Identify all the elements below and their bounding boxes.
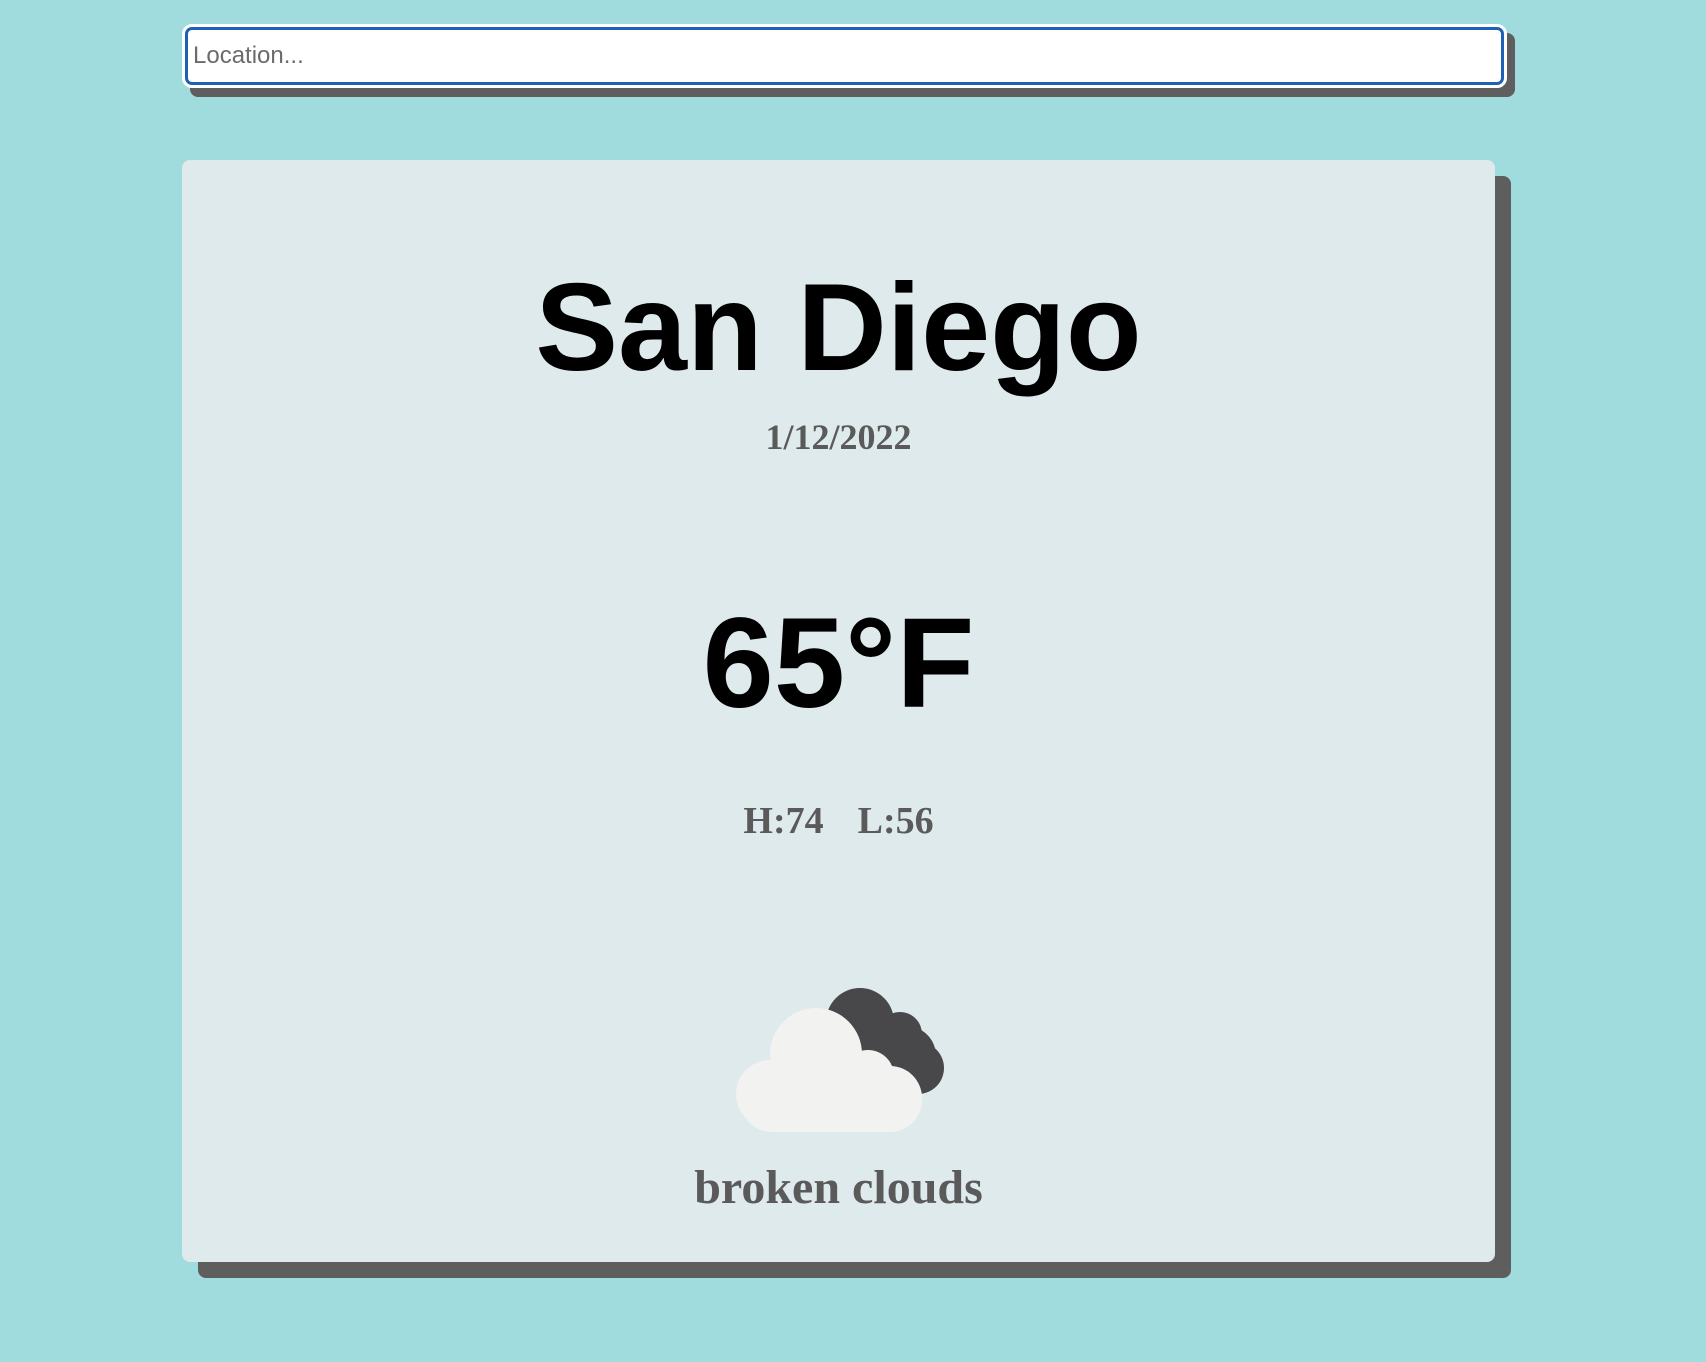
temperature-value: 65°F	[702, 592, 975, 735]
weather-card: San Diego 1/12/2022 65°F H:74 L:56 broken…	[182, 160, 1495, 1262]
weather-description: broken clouds	[694, 1161, 983, 1214]
weather-app: San Diego 1/12/2022 65°F H:74 L:56 broken…	[0, 0, 1706, 1362]
location-search-input[interactable]	[182, 24, 1507, 88]
broken-clouds-icon	[736, 988, 944, 1132]
high-low-row: H:74 L:56	[182, 798, 1495, 844]
city-name: San Diego	[535, 259, 1142, 397]
date-label: 1/12/2022	[765, 417, 912, 457]
search-container	[182, 24, 1515, 97]
low-temperature: L:56	[857, 800, 934, 842]
high-temperature: H:74	[743, 800, 824, 842]
